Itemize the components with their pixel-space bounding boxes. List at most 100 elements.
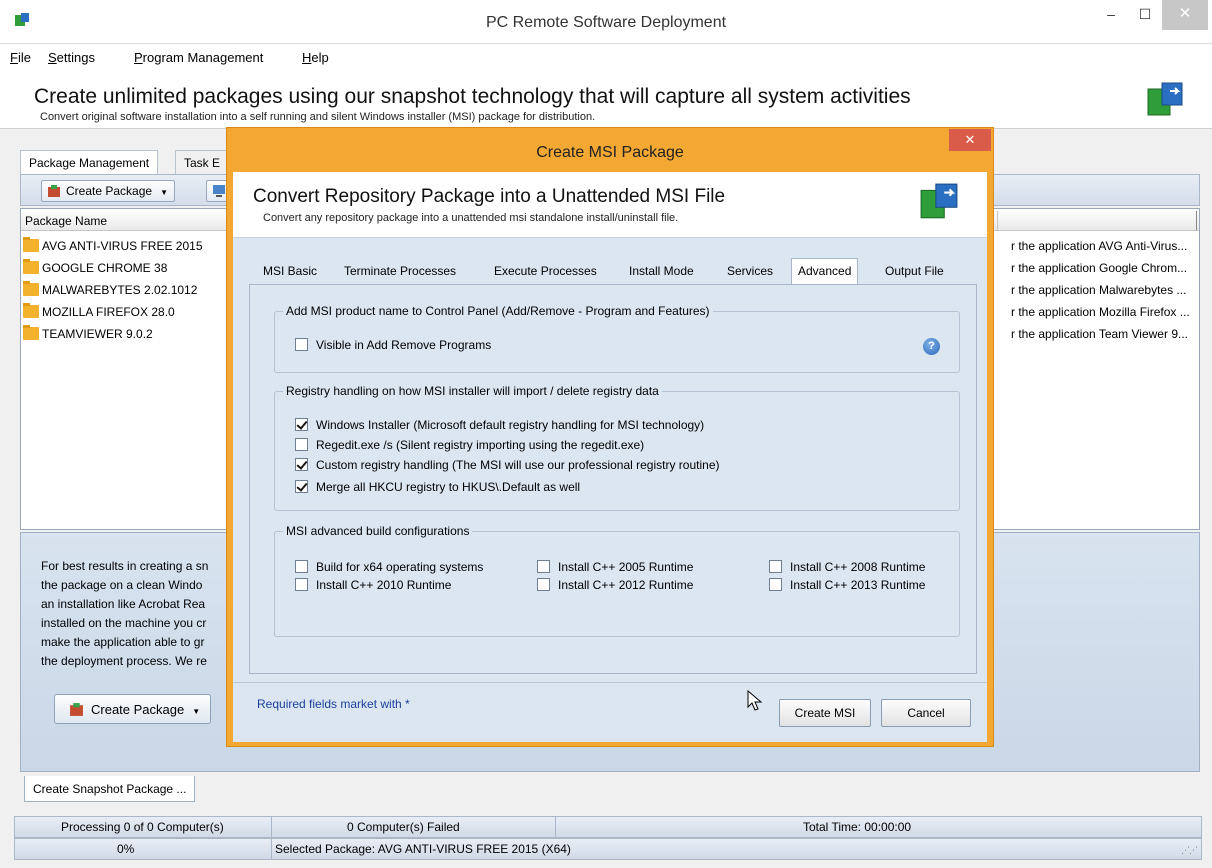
create-package-button-large[interactable]: Create Package ▼ — [54, 694, 212, 724]
cpp-2010-checkbox[interactable]: Install C++ 2010 Runtime — [295, 578, 451, 592]
cpp-2005-checkbox[interactable]: Install C++ 2005 Runtime — [537, 560, 693, 574]
status-bar: Processing 0 of 0 Computer(s) 0 Computer… — [14, 816, 1202, 838]
chevron-down-icon[interactable]: ▼ — [160, 188, 168, 197]
folder-icon — [23, 259, 39, 274]
cpp-2013-checkbox[interactable]: Install C++ 2013 Runtime — [769, 578, 925, 592]
menu-program-management[interactable]: Program Management — [134, 50, 263, 65]
create-msi-button[interactable]: Create MSI — [779, 699, 871, 727]
checkbox-box[interactable] — [769, 560, 782, 573]
list-item[interactable]: GOOGLE CHROME 38 — [23, 259, 167, 278]
build-x64-checkbox[interactable]: Build for x64 operating systems — [295, 560, 483, 574]
cancel-button[interactable]: Cancel — [881, 699, 971, 727]
create-msi-dialog: Create MSI Package ✕ Convert Repository … — [226, 127, 994, 747]
maximize-button[interactable]: ☐ — [1128, 0, 1162, 30]
checkbox-box[interactable] — [295, 578, 308, 591]
info-text: an installation like Acrobat Rea — [41, 597, 206, 611]
list-item[interactable]: AVG ANTI-VIRUS FREE 2015 — [23, 237, 203, 256]
minimize-button[interactable]: – — [1094, 0, 1128, 30]
dialog-title: Create MSI Package — [536, 144, 684, 161]
menu-bar: File Settings Program Management Help — [0, 44, 1212, 69]
list-item-description[interactable]: r the application Mozilla Firefox ... — [1011, 305, 1190, 322]
merge-hkcu-checkbox[interactable]: Merge all HKCU registry to HKUS\.Default… — [295, 480, 580, 494]
tab-package-management[interactable]: Package Management — [20, 150, 159, 176]
column-package-name[interactable]: Package Name — [25, 214, 107, 228]
menu-help[interactable]: Help — [302, 50, 329, 65]
group-label: Registry handling on how MSI installer w… — [283, 384, 662, 398]
list-item[interactable]: TEAMVIEWER 9.0.2 — [23, 325, 153, 344]
visible-in-add-remove-checkbox[interactable]: Visible in Add Remove Programs — [295, 338, 491, 352]
title-bar: PC Remote Software Deployment – ☐ ✕ — [0, 0, 1212, 44]
folder-icon — [23, 325, 39, 340]
info-text: the deployment process. We re — [41, 654, 207, 668]
status-bar-progress: 0% Selected Package: AVG ANTI-VIRUS FREE… — [14, 838, 1202, 860]
cpp-2012-checkbox[interactable]: Install C++ 2012 Runtime — [537, 578, 693, 592]
tab-msi-basic[interactable]: MSI Basic — [263, 264, 317, 278]
close-button[interactable]: ✕ — [1162, 0, 1208, 30]
info-text: make the application able to gr — [41, 635, 205, 649]
folder-icon — [23, 237, 39, 252]
package-icon — [48, 185, 60, 197]
menu-file[interactable]: File — [10, 50, 31, 65]
folder-icon — [23, 303, 39, 318]
dialog-footer: Required fields market with * Create MSI… — [233, 682, 987, 742]
dialog-subheading: Convert any repository package into a un… — [263, 212, 679, 224]
checkbox-box[interactable] — [295, 560, 308, 573]
checkbox-box[interactable] — [295, 338, 308, 351]
tab-output-file[interactable]: Output File — [885, 264, 944, 278]
tab-execute-processes[interactable]: Execute Processes — [494, 264, 597, 278]
info-text: For best results in creating a sn — [41, 559, 209, 573]
dialog-header: Convert Repository Package into a Unatte… — [233, 172, 987, 238]
deploy-icon — [1147, 82, 1183, 116]
tab-create-snapshot-package[interactable]: Create Snapshot Package ... — [24, 776, 196, 802]
package-icon — [70, 703, 83, 716]
cpp-2008-checkbox[interactable]: Install C++ 2008 Runtime — [769, 560, 925, 574]
group-label: MSI advanced build configurations — [283, 524, 473, 538]
custom-registry-checkbox[interactable]: Custom registry handling (The MSI will u… — [295, 458, 720, 472]
computer-icon — [213, 185, 225, 197]
info-text: installed on the machine you cr — [41, 616, 207, 630]
dialog-close-button[interactable]: ✕ — [949, 129, 991, 151]
regedit-checkbox[interactable]: Regedit.exe /s (Silent registry importin… — [295, 438, 644, 452]
checkbox-box[interactable] — [295, 418, 308, 431]
list-item[interactable]: MALWAREBYTES 2.02.1012 — [23, 281, 197, 300]
status-total-time: Total Time: 00:00:00 — [803, 820, 912, 834]
deploy-icon — [920, 183, 958, 219]
menu-settings[interactable]: Settings — [48, 50, 95, 65]
checkbox-box[interactable] — [295, 458, 308, 471]
checkbox-box[interactable] — [769, 578, 782, 591]
tab-advanced[interactable]: Advanced — [791, 258, 859, 285]
checkbox-box[interactable] — [295, 438, 308, 451]
dialog-body: Convert Repository Package into a Unatte… — [233, 172, 987, 742]
checkbox-box[interactable] — [537, 560, 550, 573]
required-fields-note: Required fields market with * — [257, 697, 410, 711]
list-item-description[interactable]: r the application Team Viewer 9... — [1011, 327, 1188, 344]
status-processing: Processing 0 of 0 Computer(s) — [61, 820, 224, 834]
progress-percent: 0% — [117, 842, 135, 856]
banner-subtitle: Convert original software installation i… — [40, 111, 596, 123]
resize-grip-icon[interactable]: ⋰⋰ — [1181, 845, 1198, 856]
tab-services[interactable]: Services — [727, 264, 773, 278]
checkbox-box[interactable] — [537, 578, 550, 591]
column-description[interactable] — [997, 211, 1197, 230]
tab-install-mode[interactable]: Install Mode — [629, 264, 694, 278]
list-item[interactable]: MOZILLA FIREFOX 28.0 — [23, 303, 175, 322]
list-item-description[interactable]: r the application Google Chrom... — [1011, 261, 1187, 278]
advanced-panel: Add MSI product name to Control Panel (A… — [249, 284, 977, 674]
list-item-description[interactable]: r the application Malwarebytes ... — [1011, 283, 1186, 300]
checkbox-box[interactable] — [295, 480, 308, 493]
chevron-down-icon[interactable]: ▼ — [192, 707, 200, 716]
windows-installer-checkbox[interactable]: Windows Installer (Microsoft default reg… — [295, 418, 704, 432]
group-control-panel: Add MSI product name to Control Panel (A… — [274, 304, 960, 373]
folder-icon — [23, 281, 39, 296]
banner: Create unlimited packages using our snap… — [0, 69, 1212, 129]
group-label: Add MSI product name to Control Panel (A… — [283, 304, 713, 318]
info-text: the package on a clean Windo — [41, 578, 203, 592]
list-item-description[interactable]: r the application AVG Anti-Virus... — [1011, 239, 1187, 256]
create-package-button[interactable]: Create Package ▼ — [41, 180, 175, 202]
dialog-heading: Convert Repository Package into a Unatte… — [253, 186, 726, 207]
group-registry-handling: Registry handling on how MSI installer w… — [274, 384, 960, 511]
tab-terminate-processes[interactable]: Terminate Processes — [344, 264, 456, 278]
tab-task[interactable]: Task E — [175, 150, 230, 175]
help-icon[interactable]: ? — [923, 338, 940, 355]
dialog-tabs: MSI Basic Terminate Processes Execute Pr… — [257, 258, 983, 285]
